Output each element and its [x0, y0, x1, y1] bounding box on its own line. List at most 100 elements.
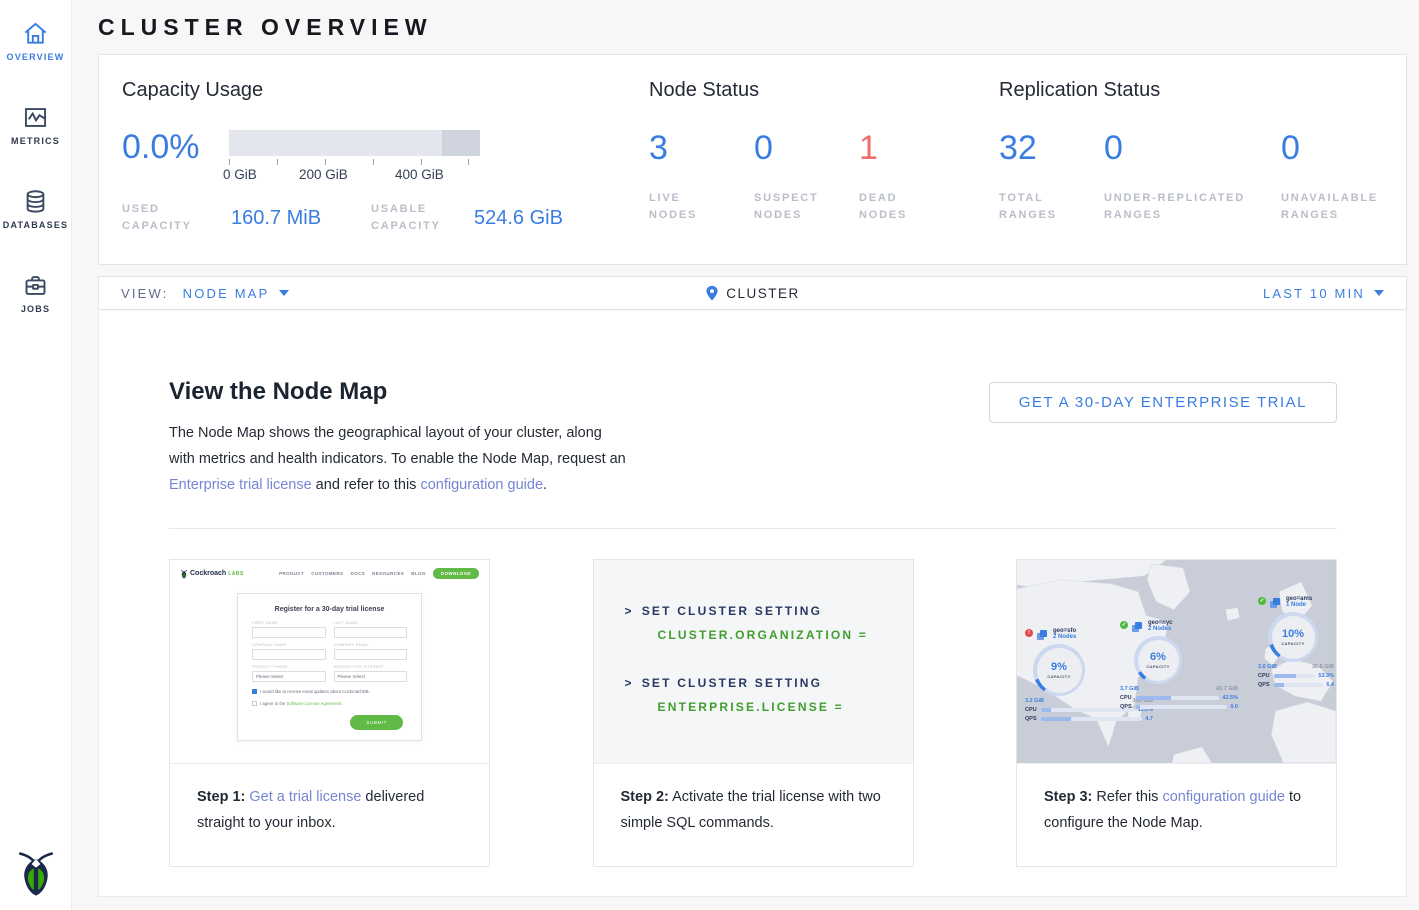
- total-ranges-value: 32: [999, 130, 1104, 166]
- sidebar-item-databases[interactable]: DATABASES: [0, 180, 71, 240]
- dead-nodes-metric: 1 DEAD NODES: [859, 130, 964, 224]
- sidebar-item-jobs[interactable]: JOBS: [0, 264, 71, 324]
- step-label: Step 3:: [1044, 789, 1092, 805]
- replication-status-section: Replication Status 32 TOTAL RANGES 0 UND…: [999, 79, 1386, 264]
- used-capacity-value: 160.7 MiB: [231, 207, 371, 230]
- cluster-summary-card: Capacity Usage 0.0% 0 GiB 200 GiB 400 Gi…: [98, 54, 1407, 265]
- mini-download-button: DOWNLOAD: [433, 568, 479, 579]
- bottom-strip: [98, 897, 1407, 910]
- sidebar: OVERVIEW METRICS DATABASES JOBS: [0, 0, 72, 910]
- node-status-section: Node Status 3 LIVE NODES 0 SUSPECT NODES…: [649, 79, 999, 264]
- view-mode-value: NODE MAP: [183, 286, 270, 301]
- replication-status-title: Replication Status: [999, 79, 1386, 102]
- get-enterprise-trial-button[interactable]: GET A 30-DAY ENTERPRISE TRIAL: [989, 382, 1337, 423]
- mini-field-label: LAST NAME: [334, 621, 408, 625]
- live-nodes-label: LIVE NODES: [649, 190, 719, 224]
- briefcase-icon: [22, 272, 49, 299]
- mini-field-label: COMPANY EMAIL: [334, 643, 408, 647]
- mini-field-label: COMPANY NAME: [252, 643, 326, 647]
- configuration-guide-link[interactable]: configuration guide: [420, 477, 543, 493]
- cluster-breadcrumb: CLUSTER: [99, 285, 1406, 302]
- usable-capacity-value: 524.6 GiB: [474, 207, 563, 230]
- node-map-thumbnail: ! geo=sfo 2 Nodes 9%CAPACITY 3.2 GiB351 …: [1017, 560, 1336, 764]
- main-content: CLUSTER OVERVIEW Capacity Usage 0.0% 0 G…: [72, 14, 1419, 910]
- mini-logo-suffix: LABS: [228, 571, 244, 577]
- suspect-nodes-metric: 0 SUSPECT NODES: [754, 130, 859, 224]
- step-1-card: Cockroach LABS PRODUCT CUSTOMERS DOCS RE…: [169, 559, 490, 867]
- step-2-card: >SET CLUSTER SETTING CLUSTER.ORGANIZATIO…: [593, 559, 914, 867]
- live-nodes-value: 3: [649, 130, 754, 166]
- metrics-icon: [22, 104, 49, 131]
- description-text: .: [543, 477, 547, 493]
- capacity-usage-section: Capacity Usage 0.0% 0 GiB 200 GiB 400 Gi…: [122, 79, 649, 264]
- status-badge: ✓: [1258, 597, 1266, 605]
- configuration-guide-link[interactable]: configuration guide: [1162, 789, 1285, 805]
- mini-nav-item: PRODUCT: [279, 571, 304, 576]
- used-capacity-label: USED CAPACITY: [122, 201, 231, 235]
- sidebar-item-label: OVERVIEW: [7, 52, 65, 62]
- total-ranges-label: TOTAL RANGES: [999, 190, 1069, 224]
- sidebar-item-label: METRICS: [11, 136, 60, 146]
- capacity-bar: 0 GiB 200 GiB 400 GiB: [229, 130, 480, 184]
- get-trial-license-link[interactable]: Get a trial license: [249, 789, 361, 805]
- mini-nav-item: CUSTOMERS: [311, 571, 343, 576]
- mini-nav-item: BLOG: [411, 571, 426, 576]
- view-bar: VIEW: NODE MAP CLUSTER LAST 10 MIN: [98, 276, 1407, 310]
- time-range-value: LAST 10 MIN: [1263, 286, 1365, 301]
- chevron-down-icon: [1374, 290, 1384, 296]
- under-replicated-value: 0: [1104, 130, 1281, 166]
- axis-tick-label: 200 GiB: [299, 167, 348, 182]
- capacity-donut: 10%CAPACITY: [1268, 612, 1318, 662]
- view-mode-dropdown[interactable]: NODE MAP: [183, 286, 289, 301]
- description-text: and refer to this: [312, 477, 421, 493]
- capacity-donut: 9%CAPACITY: [1033, 644, 1085, 696]
- mini-site-nav: PRODUCT CUSTOMERS DOCS RESOURCES BLOG DO…: [279, 568, 479, 579]
- view-label: VIEW:: [121, 286, 169, 301]
- step-3-card: ! geo=sfo 2 Nodes 9%CAPACITY 3.2 GiB351 …: [1016, 559, 1337, 867]
- locality-node-count: 2 Nodes: [1053, 634, 1076, 640]
- time-range-dropdown[interactable]: LAST 10 MIN: [1263, 286, 1384, 301]
- capacity-bar-tail: [442, 130, 480, 156]
- status-badge: !: [1025, 629, 1033, 637]
- enterprise-trial-license-link[interactable]: Enterprise trial license: [169, 477, 312, 493]
- node-status-title: Node Status: [649, 79, 999, 102]
- under-replicated-metric: 0 UNDER-REPLICATED RANGES: [1104, 130, 1281, 224]
- database-icon: [22, 188, 49, 215]
- sidebar-item-overview[interactable]: OVERVIEW: [0, 12, 71, 72]
- capacity-percent: 0.0%: [122, 128, 229, 167]
- nodes-icon: [1270, 598, 1281, 609]
- step-label: Step 2:: [621, 789, 669, 805]
- locality-tooltip-nyc: ✓ geo=nyc 2 Nodes 6%CAPACITY 3.7 GiB43.7…: [1120, 620, 1238, 710]
- node-map-description: The Node Map shows the geographical layo…: [169, 420, 627, 498]
- unavailable-ranges-metric: 0 UNAVAILABLE RANGES: [1281, 130, 1381, 224]
- node-map-heading: View the Node Map: [169, 377, 627, 407]
- step-2-caption: Step 2: Activate the trial license with …: [594, 764, 913, 836]
- unavailable-ranges-label: UNAVAILABLE RANGES: [1281, 190, 1381, 224]
- dead-nodes-label: DEAD NODES: [859, 190, 929, 224]
- total-ranges-metric: 32 TOTAL RANGES: [999, 130, 1104, 224]
- mini-checkbox-label: I would like to receive email updates ab…: [260, 689, 370, 694]
- description-text: The Node Map shows the geographical layo…: [169, 425, 626, 467]
- locality-tooltip-ams: ✓ geo=ams 1 Node 10%CAPACITY 3.6 GiB36.6…: [1258, 596, 1334, 688]
- cockroach-labs-mini-logo: Cockroach LABS: [180, 569, 244, 579]
- sql-commands-thumbnail: >SET CLUSTER SETTING CLUSTER.ORGANIZATIO…: [594, 560, 913, 764]
- sidebar-item-metrics[interactable]: METRICS: [0, 96, 71, 156]
- mini-checkbox: [252, 701, 257, 706]
- capacity-axis: [229, 156, 480, 166]
- axis-tick-label: 0 GiB: [223, 167, 257, 182]
- chevron-down-icon: [279, 290, 289, 296]
- cluster-label: CLUSTER: [726, 286, 800, 301]
- under-replicated-label: UNDER-REPLICATED RANGES: [1104, 190, 1254, 224]
- mini-register-form: Register for a 30-day trial license FIRS…: [237, 593, 422, 741]
- step-3-caption: Step 3: Refer this configuration guide t…: [1017, 764, 1336, 836]
- capacity-donut: 6%CAPACITY: [1134, 636, 1182, 684]
- location-pin-icon: [705, 285, 719, 302]
- suspect-nodes-label: SUSPECT NODES: [754, 190, 824, 224]
- nodes-icon: [1037, 630, 1048, 641]
- locality-node-count: 1 Node: [1286, 602, 1312, 608]
- mini-field-label: PROJECT PHASE: [252, 665, 326, 669]
- sidebar-item-label: JOBS: [21, 304, 50, 314]
- locality-node-count: 2 Nodes: [1148, 626, 1173, 632]
- unavailable-ranges-value: 0: [1281, 130, 1381, 166]
- step-1-caption: Step 1: Get a trial license delivered st…: [170, 764, 489, 836]
